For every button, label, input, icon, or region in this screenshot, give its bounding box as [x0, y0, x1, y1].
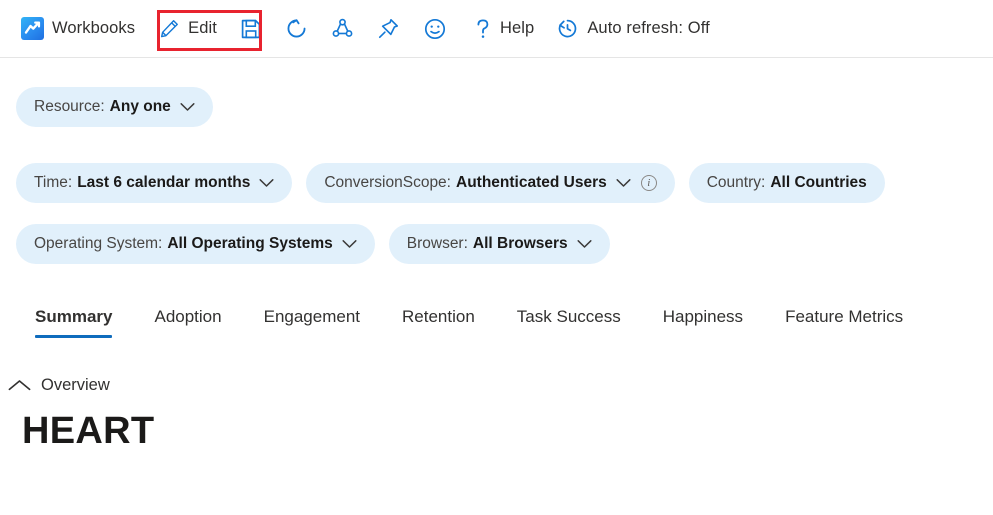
feedback-button[interactable]	[416, 9, 454, 49]
filter-pill-resource[interactable]: Resource: Any one	[16, 87, 213, 127]
question-mark-icon	[474, 17, 492, 41]
tab-adoption[interactable]: Adoption	[133, 307, 242, 338]
share-button[interactable]	[324, 9, 361, 49]
tab-label: Happiness	[663, 307, 743, 326]
tab-label: Engagement	[264, 307, 360, 326]
overview-label: Overview	[41, 376, 110, 395]
help-label: Help	[500, 19, 534, 38]
filter-pill-time[interactable]: Time: Last 6 calendar months	[16, 163, 292, 203]
filter-key-operating-system: Operating System:	[34, 235, 162, 253]
filter-key-conversionscope: ConversionScope:	[324, 174, 451, 192]
tab-task-success[interactable]: Task Success	[496, 307, 642, 338]
edit-button[interactable]: Edit	[152, 9, 224, 49]
filter-pill-conversionscope[interactable]: ConversionScope: Authenticated Users i	[306, 163, 674, 203]
filter-key-resource: Resource:	[34, 98, 105, 116]
workbooks-brand-label: Workbooks	[52, 19, 135, 38]
save-button[interactable]	[233, 9, 269, 49]
filter-row-3: Operating System: All Operating Systems …	[16, 224, 993, 264]
chevron-down-icon[interactable]	[342, 239, 357, 249]
workbooks-brand-button[interactable]: Workbooks	[14, 9, 142, 49]
refresh-button[interactable]	[278, 9, 315, 49]
smiley-face-icon	[423, 17, 447, 41]
toolbar: Workbooks Edit	[0, 0, 993, 58]
filter-value-conversionscope: Authenticated Users	[456, 174, 607, 192]
filter-key-time: Time:	[34, 174, 72, 192]
edit-label: Edit	[188, 19, 217, 38]
auto-refresh-button[interactable]: Auto refresh: Off	[549, 9, 716, 49]
filter-key-browser: Browser:	[407, 235, 468, 253]
clock-history-icon	[556, 17, 579, 40]
tab-happiness[interactable]: Happiness	[642, 307, 764, 338]
chevron-up-icon	[8, 379, 31, 392]
tab-label: Feature Metrics	[785, 307, 903, 326]
tab-retention[interactable]: Retention	[381, 307, 496, 338]
filter-pill-country[interactable]: Country: All Countries	[689, 163, 885, 203]
help-button[interactable]: Help	[467, 9, 541, 49]
auto-refresh-label: Auto refresh: Off	[587, 19, 709, 38]
pin-button[interactable]	[370, 9, 407, 49]
chevron-down-icon[interactable]	[616, 178, 631, 188]
tab-label: Task Success	[517, 307, 621, 326]
tab-label: Adoption	[154, 307, 221, 326]
filter-value-operating-system: All Operating Systems	[167, 235, 332, 253]
chevron-down-icon[interactable]	[577, 239, 592, 249]
floppy-disk-save-icon	[240, 18, 262, 40]
chevron-down-icon[interactable]	[259, 178, 274, 188]
filter-value-browser: All Browsers	[473, 235, 568, 253]
overview-section-toggle[interactable]: Overview	[0, 376, 993, 395]
circular-refresh-icon	[285, 17, 308, 40]
filter-key-country: Country:	[707, 174, 766, 192]
filter-value-country: All Countries	[770, 174, 866, 192]
tab-label: Retention	[402, 307, 475, 326]
filter-row-2: Time: Last 6 calendar months ConversionS…	[16, 163, 993, 203]
filter-value-time: Last 6 calendar months	[77, 174, 250, 192]
tab-feature-metrics[interactable]: Feature Metrics	[764, 307, 924, 338]
tab-engagement[interactable]: Engagement	[243, 307, 381, 338]
tab-summary[interactable]: Summary	[14, 307, 133, 338]
workbooks-chart-icon	[21, 17, 44, 40]
filter-bar: Resource: Any one Time: Last 6 calendar …	[0, 87, 993, 264]
pin-icon	[377, 17, 400, 40]
filter-pill-operating-system[interactable]: Operating System: All Operating Systems	[16, 224, 375, 264]
filter-value-resource: Any one	[110, 98, 171, 116]
info-icon[interactable]: i	[641, 175, 657, 191]
filter-row-1: Resource: Any one	[16, 87, 993, 127]
page-title: HEART	[0, 410, 993, 453]
chevron-down-icon[interactable]	[180, 102, 195, 112]
pencil-icon	[159, 18, 180, 39]
share-nodes-icon	[331, 17, 354, 40]
tab-label: Summary	[35, 307, 112, 326]
tab-bar: Summary Adoption Engagement Retention Ta…	[0, 307, 993, 338]
filter-pill-browser[interactable]: Browser: All Browsers	[389, 224, 610, 264]
